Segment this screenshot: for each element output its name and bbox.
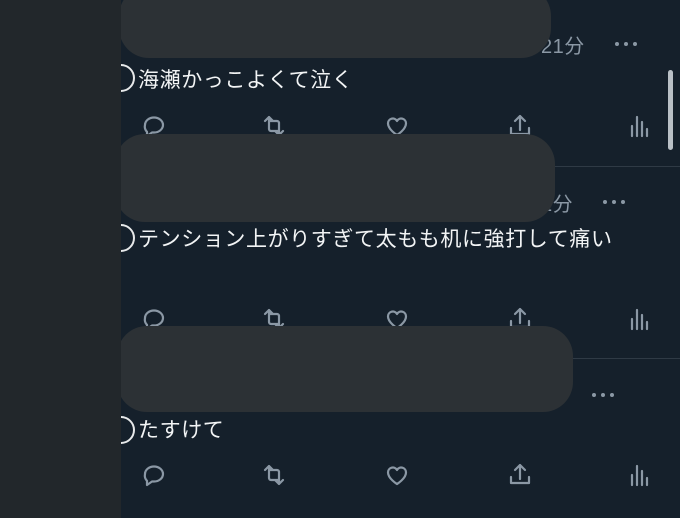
tweet-text: テンション上がりすぎて太もも机に強打して痛い [138, 227, 613, 251]
tweet-meta: 21分 [541, 32, 637, 58]
retweet-icon[interactable] [258, 459, 290, 491]
tweet-text: 海瀬かっこよくて泣く [138, 68, 354, 92]
tweet-text: たすけて [138, 418, 225, 442]
timeline: 21分 海瀬かっこよくて泣く 1分 テンション上がりすぎて太もも机に強打して痛い… [121, 0, 680, 518]
share-icon[interactable] [504, 459, 536, 491]
more-icon[interactable] [576, 393, 614, 397]
redaction-overlay [121, 134, 555, 222]
left-panel [0, 0, 121, 518]
views-icon[interactable] [623, 303, 655, 335]
tweet-actions [138, 459, 649, 491]
reply-icon[interactable] [138, 459, 170, 491]
redaction-overlay [121, 326, 573, 412]
redaction-overlay [121, 0, 551, 58]
views-icon[interactable] [623, 459, 655, 491]
scrollbar[interactable] [668, 70, 673, 150]
more-icon[interactable] [599, 42, 637, 46]
like-icon[interactable] [381, 459, 413, 491]
more-icon[interactable] [587, 200, 626, 204]
views-icon[interactable] [623, 110, 655, 142]
